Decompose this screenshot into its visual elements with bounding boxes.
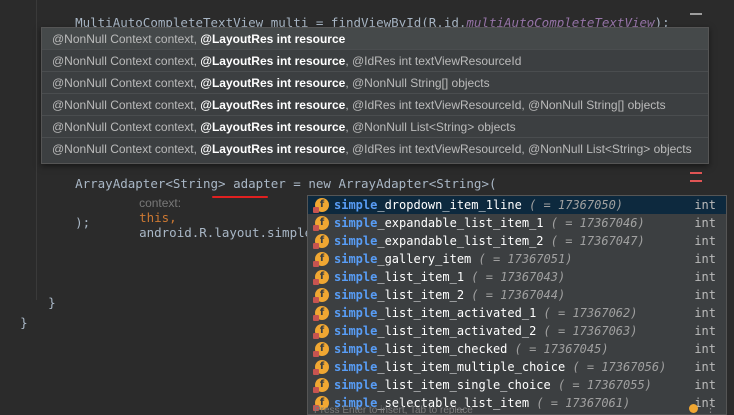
brace: }	[20, 315, 28, 330]
arg-android: android	[139, 225, 192, 240]
code-line-brace-1[interactable]: }	[33, 280, 56, 310]
arg-this: this,	[139, 210, 177, 225]
field-icon: f	[313, 378, 329, 393]
completion-item[interactable]: f simple_dropdown_item_1line ( = 17367050…	[308, 196, 726, 214]
completion-item[interactable]: f simple_gallery_item ( = 17367051) int	[308, 250, 726, 268]
code-line-brace-2[interactable]: }	[5, 300, 28, 330]
error-marker	[690, 172, 702, 174]
arg-layout: .R.layout.simple	[191, 225, 313, 240]
error-underline	[212, 196, 268, 198]
field-icon: f	[313, 360, 329, 375]
field-icon: f	[313, 216, 329, 231]
field-icon: f	[313, 270, 329, 285]
completion-item[interactable]: f simple_list_item_multiple_choice ( = 17…	[308, 358, 726, 376]
error-marker-2	[690, 180, 702, 182]
param-signature-row[interactable]: @NonNull Context context, @LayoutRes int…	[42, 28, 708, 50]
field-icon: f	[313, 288, 329, 303]
code-line-multiautocomplete[interactable]: MultiAutoCompleteTextView multi = findVi…	[60, 0, 670, 30]
completion-item[interactable]: f simple_expandable_list_item_1 ( = 17367…	[308, 214, 726, 232]
more-dots-icon[interactable]: ⋮	[705, 403, 716, 414]
code-completion-popup: f simple_dropdown_item_1line ( = 17367050…	[307, 195, 727, 415]
completion-item[interactable]: f simple_list_item_activated_1 ( = 173670…	[308, 304, 726, 322]
code-line-close[interactable]: );	[60, 200, 90, 230]
completion-item[interactable]: f simple_list_item_activated_2 ( = 173670…	[308, 322, 726, 340]
field-icon: f	[313, 252, 329, 267]
field-icon: f	[313, 198, 329, 213]
gutter-indent-guide	[36, 0, 37, 300]
param-hint-label: context:	[139, 196, 182, 210]
completion-item[interactable]: f simple_expandable_list_item_2 ( = 17367…	[308, 232, 726, 250]
completion-item[interactable]: f simple_list_item_1 ( = 17367043) int	[308, 268, 726, 286]
field-icon: f	[313, 324, 329, 339]
lightbulb-icon[interactable]	[689, 404, 698, 413]
param-signature-row[interactable]: @NonNull Context context, @LayoutRes int…	[42, 94, 708, 116]
field-icon: f	[313, 306, 329, 321]
param-signature-row[interactable]: @NonNull Context context, @LayoutRes int…	[42, 116, 708, 138]
code-line-args[interactable]: context: this, android.R.layout.simple	[124, 180, 312, 240]
completion-item[interactable]: f simple_list_item_2 ( = 17367044) int	[308, 286, 726, 304]
parameter-info-popup: @NonNull Context context, @LayoutRes int…	[41, 27, 709, 164]
field-icon: f	[313, 234, 329, 249]
param-signature-row[interactable]: @NonNull Context context, @LayoutRes int…	[42, 72, 708, 94]
completion-footer-hint: Press Enter to insert, Tab to replace	[314, 405, 473, 414]
close-paren: );	[75, 215, 91, 230]
field-icon: f	[313, 342, 329, 357]
gutter-marker	[690, 13, 702, 15]
param-signature-row[interactable]: @NonNull Context context, @LayoutRes int…	[42, 50, 708, 72]
brace: }	[48, 295, 56, 310]
completion-item[interactable]: f simple_list_item_single_choice ( = 1736…	[308, 376, 726, 394]
completion-item[interactable]: f simple_list_item_checked ( = 17367045) i…	[308, 340, 726, 358]
param-signature-row[interactable]: @NonNull Context context, @LayoutRes int…	[42, 138, 708, 160]
